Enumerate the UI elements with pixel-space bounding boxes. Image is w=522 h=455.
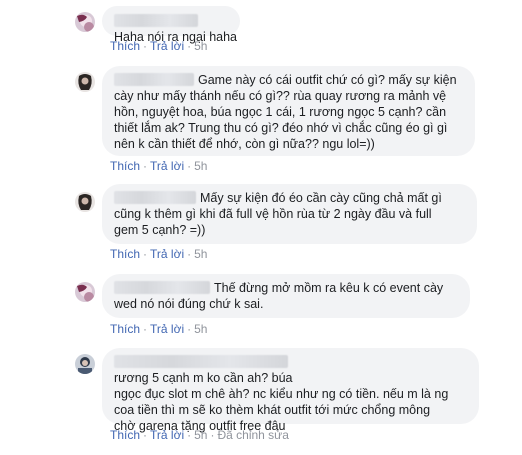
comment-bubble: Thế đừng mở mồm ra kêu k có event cày we…	[102, 274, 470, 318]
avatar-image	[75, 72, 95, 92]
reply-link[interactable]: Trả lời	[150, 322, 184, 336]
separator: ·	[187, 322, 192, 336]
comment-bubble: Haha nói ra ngại haha	[102, 6, 240, 44]
separator: ·	[143, 247, 148, 261]
author-name[interactable]	[114, 355, 288, 368]
separator: ·	[187, 39, 192, 53]
separator: ·	[187, 428, 192, 442]
separator: ·	[187, 247, 192, 261]
timestamp[interactable]: 5h	[194, 428, 207, 442]
like-link[interactable]: Thích	[110, 247, 140, 261]
comment-text-line: rương 5 cạnh m ko cần ah? búa	[114, 371, 293, 385]
timestamp[interactable]: 5h	[194, 39, 207, 53]
like-link[interactable]: Thích	[110, 159, 140, 173]
avatar[interactable]	[75, 282, 95, 302]
edited-label[interactable]: Đã chỉnh sửa	[217, 428, 288, 442]
avatar-image	[75, 192, 95, 212]
separator: ·	[187, 159, 192, 173]
reply-link[interactable]: Trả lời	[150, 159, 184, 173]
comment-actions: Thích · Trả lời · 5h	[110, 322, 207, 336]
comment-bubble: Mấy sự kiện đó éo cần cày cũng chả mất g…	[102, 184, 477, 244]
comment-text-line: wed nó nói đúng chứ k sai.	[114, 297, 264, 311]
comment-text-line: cày như mấy thánh nếu có gì?? rùa quay r…	[114, 89, 447, 103]
separator: ·	[143, 322, 148, 336]
author-name[interactable]	[114, 14, 198, 27]
author-name[interactable]	[114, 73, 194, 86]
reply-link[interactable]: Trả lời	[150, 39, 184, 53]
reply-link[interactable]: Trả lời	[150, 428, 184, 442]
like-link[interactable]: Thích	[110, 322, 140, 336]
comment-text-line: cũng k thêm gì khi đã full vệ hồn rùa từ…	[114, 207, 432, 221]
avatar[interactable]	[75, 354, 95, 374]
avatar[interactable]	[75, 12, 95, 32]
reply-link[interactable]: Trả lời	[150, 247, 184, 261]
comment-actions: Thích · Trả lời · 5h · Đã chỉnh sửa	[110, 428, 289, 442]
separator: ·	[143, 428, 148, 442]
separator: ·	[143, 159, 148, 173]
separator: ·	[210, 428, 215, 442]
timestamp[interactable]: 5h	[194, 247, 207, 261]
comment-text-line: Game này có cái outfit chứ có gì? mấy sự…	[198, 73, 457, 87]
comment-bubble: rương 5 cạnh m ko cần ah? búa ngọc đục s…	[102, 348, 479, 433]
comment-text-line: gem 5 cạnh? =))	[114, 223, 206, 237]
comment-text-line: thiết lắm ak? Trung thu có gì? đéo nhớ v…	[114, 121, 448, 135]
comment-bubble: Game này có cái outfit chứ có gì? mấy sự…	[102, 66, 475, 156]
comment-text-line: coa tiền thì m sẽ ko thèm khát outfit tớ…	[114, 403, 431, 417]
comment-actions: Thích · Trả lời · 5h	[110, 159, 207, 173]
comment-text-line: hồn, nguyệt hoa, búa ngọc 1 cái, 1 rương…	[114, 105, 447, 119]
avatar-image	[75, 354, 95, 374]
timestamp[interactable]: 5h	[194, 159, 207, 173]
author-name[interactable]	[114, 281, 210, 294]
comment-actions: Thích · Trả lời · 5h	[110, 39, 207, 53]
like-link[interactable]: Thích	[110, 39, 140, 53]
avatar[interactable]	[75, 72, 95, 92]
comment-text-line: Mấy sự kiện đó éo cần cày cũng chả mất g…	[200, 191, 442, 205]
timestamp[interactable]: 5h	[194, 322, 207, 336]
avatar-image	[75, 282, 95, 302]
comment-actions: Thích · Trả lời · 5h	[110, 247, 207, 261]
avatar-image	[75, 12, 95, 32]
comment-text-line: ngọc đục slot m chê àh? nc kiểu như ng c…	[114, 387, 449, 401]
comment-text-line: Thế đừng mở mồm ra kêu k có event cày	[214, 281, 444, 295]
author-name[interactable]	[114, 191, 196, 204]
like-link[interactable]: Thích	[110, 428, 140, 442]
separator: ·	[143, 39, 148, 53]
avatar[interactable]	[75, 192, 95, 212]
comment-text-line: nên k cần thiết để nhớ, còn gì nữa?? ngu…	[114, 137, 375, 151]
